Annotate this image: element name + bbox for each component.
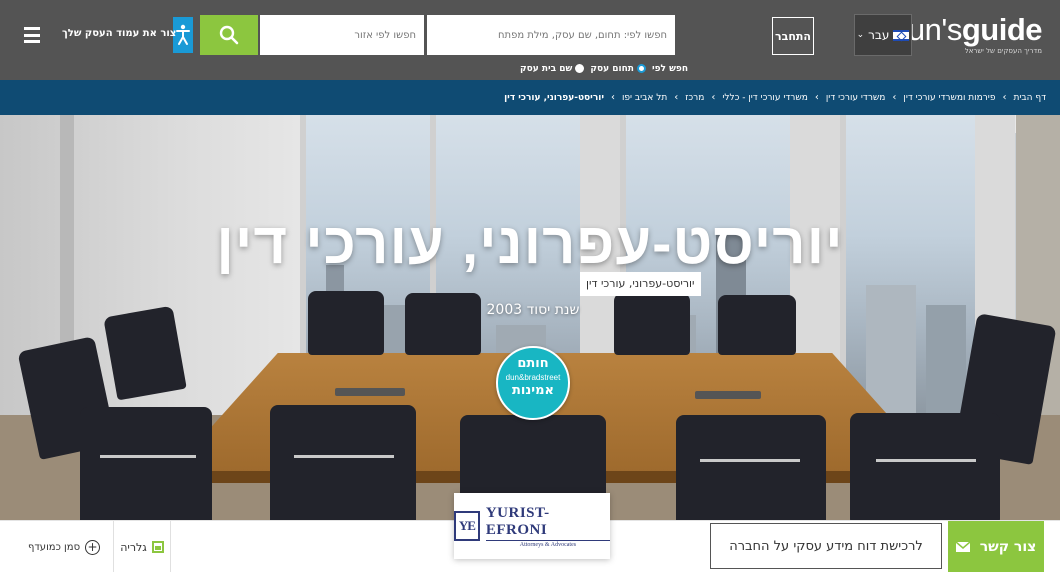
gallery-button[interactable]: גלריה: [113, 521, 171, 572]
breadcrumb-item[interactable]: פירמות ומשרדי עורכי דין: [903, 93, 995, 103]
search-what-input[interactable]: [427, 15, 675, 55]
contact-button[interactable]: צור קשר: [948, 521, 1044, 572]
israel-flag-icon: [893, 29, 910, 41]
envelope-icon: [955, 542, 970, 552]
seal-top-text: חותם: [517, 356, 549, 371]
chair: [103, 305, 187, 401]
search-by-label: חפש לפי: [651, 64, 689, 74]
search-by-name-option[interactable]: שם בית עסק: [520, 64, 585, 74]
chair: [270, 405, 416, 520]
hero-banner: יוריסט-עפרוני, עורכי דין יוריסט-עפרוני, …: [0, 115, 1060, 520]
favorite-button[interactable]: + סמן כמועדף: [18, 521, 110, 572]
seal-brand-text: dun&bradstreet: [505, 373, 561, 382]
company-logo-mark: YE: [454, 511, 480, 541]
breadcrumb-item[interactable]: דף הבית: [1013, 93, 1046, 103]
site-header: dun'sguide מדריך העסקים של ישראל ⌄ עבר ה…: [0, 0, 1060, 80]
conference-phone: [335, 388, 405, 396]
language-selector[interactable]: ⌄ עבר: [854, 14, 912, 56]
conference-phone: [695, 391, 761, 399]
accessibility-icon: [176, 24, 190, 45]
chair: [308, 291, 384, 355]
breadcrumb-current: יוריסט-עפרוני, עורכי דין: [504, 92, 604, 103]
breadcrumb-item[interactable]: משרדי עורכי דין: [826, 93, 886, 103]
chevron-left-icon: ›: [674, 92, 679, 103]
chevron-down-icon: ⌄: [856, 30, 865, 40]
chevron-left-icon: ›: [610, 92, 615, 103]
company-logo: YE YURIST-EFRONI Attorneys & Advocates: [454, 493, 610, 559]
search-icon: [219, 25, 239, 45]
plus-icon: +: [85, 539, 101, 555]
login-button[interactable]: התחבר: [772, 17, 814, 55]
contact-label: צור קשר: [979, 539, 1037, 555]
favorite-label: סמן כמועדף: [27, 541, 81, 553]
company-logo-name: YURIST-EFRONI: [485, 504, 550, 538]
gallery-icon: [151, 541, 164, 553]
search-where-input[interactable]: [260, 15, 424, 55]
search-button[interactable]: [200, 15, 258, 55]
chair-frame: [100, 455, 196, 458]
chair: [80, 407, 212, 520]
breadcrumb-item[interactable]: מרכז: [685, 93, 704, 103]
chair-frame: [876, 459, 976, 462]
menu-icon[interactable]: [24, 27, 40, 43]
chair: [850, 413, 1000, 520]
chair: [676, 415, 826, 520]
buy-report-button[interactable]: לרכישת דוח מידע עסקי על החברה: [710, 523, 942, 569]
company-title: יוריסט-עפרוני, עורכי דין: [216, 211, 844, 276]
chevron-left-icon: ›: [711, 92, 716, 103]
radio-selected-icon: [636, 64, 646, 73]
seal-bottom-text: אמינות: [512, 383, 554, 398]
create-business-page-link[interactable]: צור את עמוד העסק שלך: [62, 28, 176, 39]
breadcrumb-item[interactable]: תל אביב יפו: [622, 93, 667, 103]
chair-frame: [700, 459, 800, 462]
chair-frame: [294, 455, 394, 458]
search-by-field-option[interactable]: תחום עסק: [590, 64, 646, 74]
logo-tagline: מדריך העסקים של ישראל: [964, 47, 1042, 55]
breadcrumb: דף הבית › פירמות ומשרדי עורכי דין › משרד…: [504, 80, 1046, 115]
company-subtitle: יוריסט-עפרוני, עורכי דין: [580, 272, 701, 296]
breadcrumb-bar: דף הבית › פירמות ומשרדי עורכי דין › משרד…: [0, 80, 1060, 115]
radio-unselected-icon: [575, 64, 585, 73]
search-by-options: חפש לפי תחום עסק שם בית עסק: [520, 62, 688, 76]
site-logo[interactable]: dun'sguide מדריך העסקים של ישראל: [891, 14, 1042, 56]
company-logo-tagline: Attorneys & Advocates: [485, 539, 610, 548]
founded-year: שנת יסוד 2003: [486, 302, 580, 318]
action-bar: צור קשר לרכישת דוח מידע עסקי על החברה YE…: [0, 493, 1060, 572]
gallery-label: גלריה: [120, 540, 147, 554]
trust-seal-badge[interactable]: חותם dun&bradstreet אמינות: [496, 346, 570, 420]
chevron-left-icon: ›: [892, 92, 897, 103]
language-label: עבר: [868, 28, 890, 42]
chevron-left-icon: ›: [1002, 92, 1007, 103]
chevron-left-icon: ›: [814, 92, 819, 103]
breadcrumb-item[interactable]: משרדי עורכי דין - כללי: [722, 93, 808, 103]
